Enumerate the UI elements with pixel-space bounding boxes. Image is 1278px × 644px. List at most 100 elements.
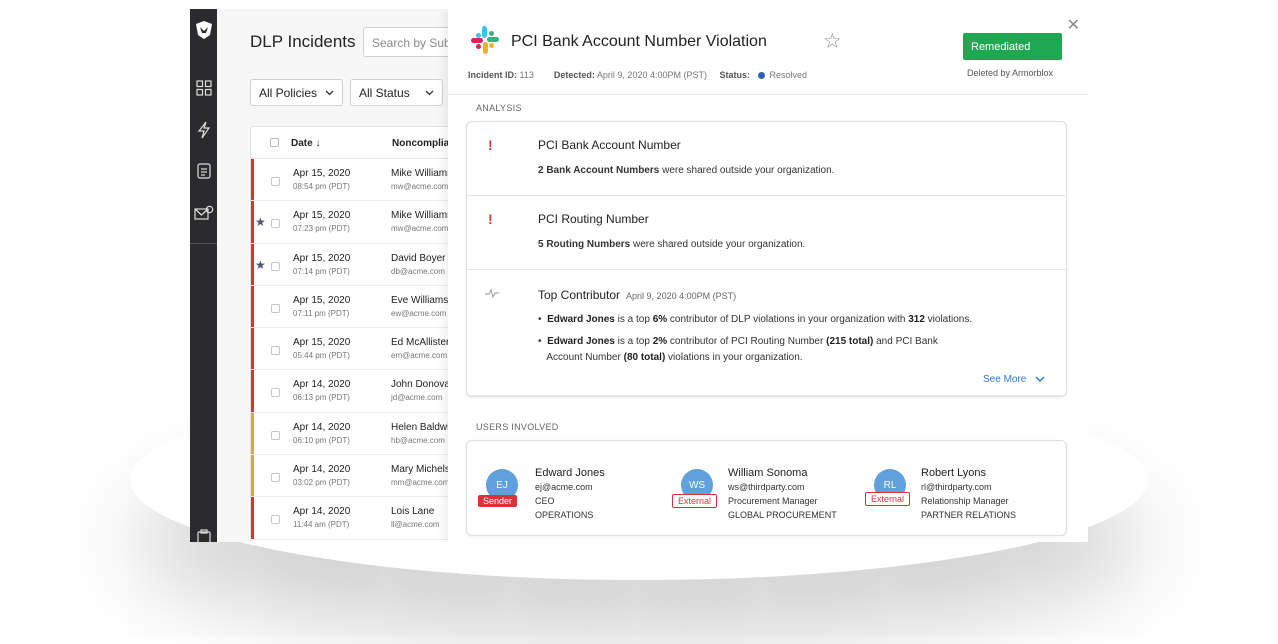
row-checkbox[interactable]	[271, 430, 280, 440]
finding-count: 5 Routing Numbers	[538, 239, 631, 250]
user-email: rl@thirdparty.com	[921, 482, 992, 492]
user-department: PARTNER RELATIONS	[921, 510, 1017, 520]
incident-id-label: Incident ID:	[468, 70, 517, 80]
external-badge: External	[865, 492, 911, 506]
row-user-email: jd@acme.com	[391, 393, 443, 403]
policies-filter-dropdown[interactable]: All Policies	[250, 79, 343, 106]
row-user-name: Eve Williams	[391, 294, 449, 306]
row-user-name: Mike Williams	[391, 210, 450, 222]
document-icon[interactable]	[190, 159, 217, 183]
page-title: DLP Incidents	[250, 32, 356, 51]
dashboard-grid-icon[interactable]	[190, 76, 217, 100]
row-checkbox[interactable]	[271, 261, 280, 271]
row-date: Apr 14, 2020	[293, 379, 351, 391]
severity-bar	[251, 159, 254, 201]
status-filter-dropdown[interactable]: All Status	[350, 79, 443, 106]
row-user-email: mm@acme.com	[391, 478, 450, 488]
user-email: ej@acme.com	[535, 482, 593, 492]
incident-list-pane: DLP Incidents Search by Subject All Poli…	[217, 9, 463, 542]
row-checkbox[interactable]	[271, 303, 280, 313]
table-row[interactable]: Apr 15, 2020 07:11 pm (PDT) Eve Williams ew…	[251, 285, 449, 329]
severity-bar	[251, 455, 254, 497]
table-row[interactable]: Apr 15, 2020 08:54 pm (PDT) Mike Williams m…	[251, 159, 449, 202]
row-user-email: hb@acme.com	[391, 435, 445, 445]
row-time: 11:44 am (PDT)	[293, 520, 350, 530]
top-contributor-heading: Top Contributor April 9, 2020 4:00PM (PST…	[538, 288, 736, 302]
row-user-name: Lois Lane	[391, 506, 435, 518]
row-time: 06:13 pm (PDT)	[293, 393, 350, 403]
row-user-email: em@acme.com	[391, 351, 448, 361]
row-checkbox[interactable]	[271, 515, 280, 525]
analysis-section-label: ANALYSIS	[476, 103, 522, 113]
chevron-down-icon	[425, 90, 434, 95]
remediated-button[interactable]: Remediated	[963, 33, 1062, 60]
row-user-name: David Boyer	[391, 252, 446, 264]
finding-item: ! PCI Bank Account Number 2 Bank Account…	[467, 122, 1066, 196]
row-time: 07:23 pm (PDT)	[293, 224, 350, 234]
table-row[interactable]: Apr 14, 2020 06:10 pm (PDT) Helen Baldwin h…	[251, 412, 449, 456]
clipboard-icon[interactable]	[190, 525, 217, 542]
account-total: (80 total)	[623, 352, 666, 363]
row-checkbox[interactable]	[271, 388, 280, 398]
chevron-down-icon	[325, 90, 334, 95]
user-name: Edward Jones	[535, 467, 605, 479]
bullet-text: is a top	[614, 336, 653, 347]
lightning-icon[interactable]	[190, 118, 217, 142]
table-header: Date ↓ Noncomplia	[251, 127, 449, 159]
finding-text: were shared outside your organization.	[630, 239, 806, 250]
row-checkbox[interactable]	[271, 219, 280, 229]
row-time: 06:10 pm (PDT)	[293, 435, 350, 445]
row-time: 05:44 pm (PDT)	[293, 351, 350, 361]
deleted-by-text: Deleted by Armorblox	[967, 68, 1054, 78]
row-user-name: John Donovan	[391, 379, 450, 391]
status-dot	[757, 72, 765, 80]
sender-badge: Sender	[478, 495, 518, 507]
finding-text: were shared outside your organization.	[659, 165, 835, 176]
policies-filter-label: All Policies	[259, 85, 318, 100]
mail-icon[interactable]	[190, 201, 217, 225]
select-all-checkbox[interactable]	[270, 138, 279, 147]
see-more-link[interactable]: See More	[983, 374, 1045, 385]
row-time: 07:11 pm (PDT)	[293, 308, 350, 318]
contributor-name: Edward Jones	[547, 336, 615, 347]
table-row[interactable]: ★ Apr 15, 2020 07:14 pm (PDT) David Boyer db…	[251, 243, 449, 286]
severity-bar	[251, 285, 254, 328]
analysis-card: ! PCI Bank Account Number 2 Bank Account…	[466, 121, 1067, 397]
severity-bar	[251, 412, 254, 455]
row-user-email: ll@acme.com	[391, 520, 440, 530]
header-divider	[448, 94, 1088, 95]
incident-id-value: 113	[519, 70, 534, 80]
noncompliance-column-header[interactable]: Noncomplia	[392, 138, 449, 149]
activity-pulse-icon	[485, 288, 499, 298]
star-icon[interactable]: ★	[255, 215, 266, 229]
user-department: GLOBAL PROCUREMENT	[728, 510, 837, 520]
close-icon[interactable]: ✕	[1067, 15, 1080, 35]
table-row[interactable]: Apr 14, 2020 06:13 pm (PDT) John Donovan jd…	[251, 370, 450, 413]
table-row[interactable]: Apr 14, 2020 03:02 pm (PDT) Mary Michelson…	[251, 455, 450, 498]
armorblox-logo-icon[interactable]	[190, 18, 217, 42]
bullet-text: and PCI Bank	[873, 336, 938, 347]
table-row[interactable]: Apr 15, 2020 05:44 pm (PDT) Ed McAllister e…	[251, 328, 449, 371]
row-user-name: Mary Michelson	[391, 464, 449, 476]
routing-total: (215 total)	[826, 336, 874, 347]
row-date: Apr 15, 2020	[293, 252, 351, 264]
users-section-label: USERS INVOLVED	[476, 422, 559, 432]
bullet-text: contributor of DLP violations in your or…	[667, 314, 909, 325]
table-row[interactable]: Apr 14, 2020 11:44 am (PDT) Lois Lane ll@ac…	[251, 497, 449, 540]
date-column-header[interactable]: Date ↓	[291, 138, 320, 149]
finding-title: PCI Routing Number	[538, 212, 649, 226]
incident-table: Date ↓ Noncomplia Apr 15, 2020 08:54 pm (…	[250, 126, 450, 542]
table-row[interactable]: ★ Apr 15, 2020 07:23 pm (PDT) Mike Williams…	[251, 201, 450, 244]
row-user-email: mw@acme.com	[391, 224, 449, 234]
violation-count: 312	[908, 314, 925, 325]
star-icon[interactable]: ★	[255, 258, 266, 272]
row-checkbox[interactable]	[271, 473, 280, 483]
row-checkbox[interactable]	[271, 346, 280, 356]
incident-detail-panel: ✕ PCI Bank Account Number Violation ☆ Re…	[448, 9, 1088, 542]
status-filter-label: All Status	[359, 85, 410, 100]
rail-divider	[190, 243, 217, 244]
star-icon[interactable]: ☆	[823, 29, 842, 54]
user-role: CEO	[535, 496, 555, 506]
row-checkbox[interactable]	[271, 177, 280, 186]
row-user-email: db@acme.com	[391, 266, 445, 276]
